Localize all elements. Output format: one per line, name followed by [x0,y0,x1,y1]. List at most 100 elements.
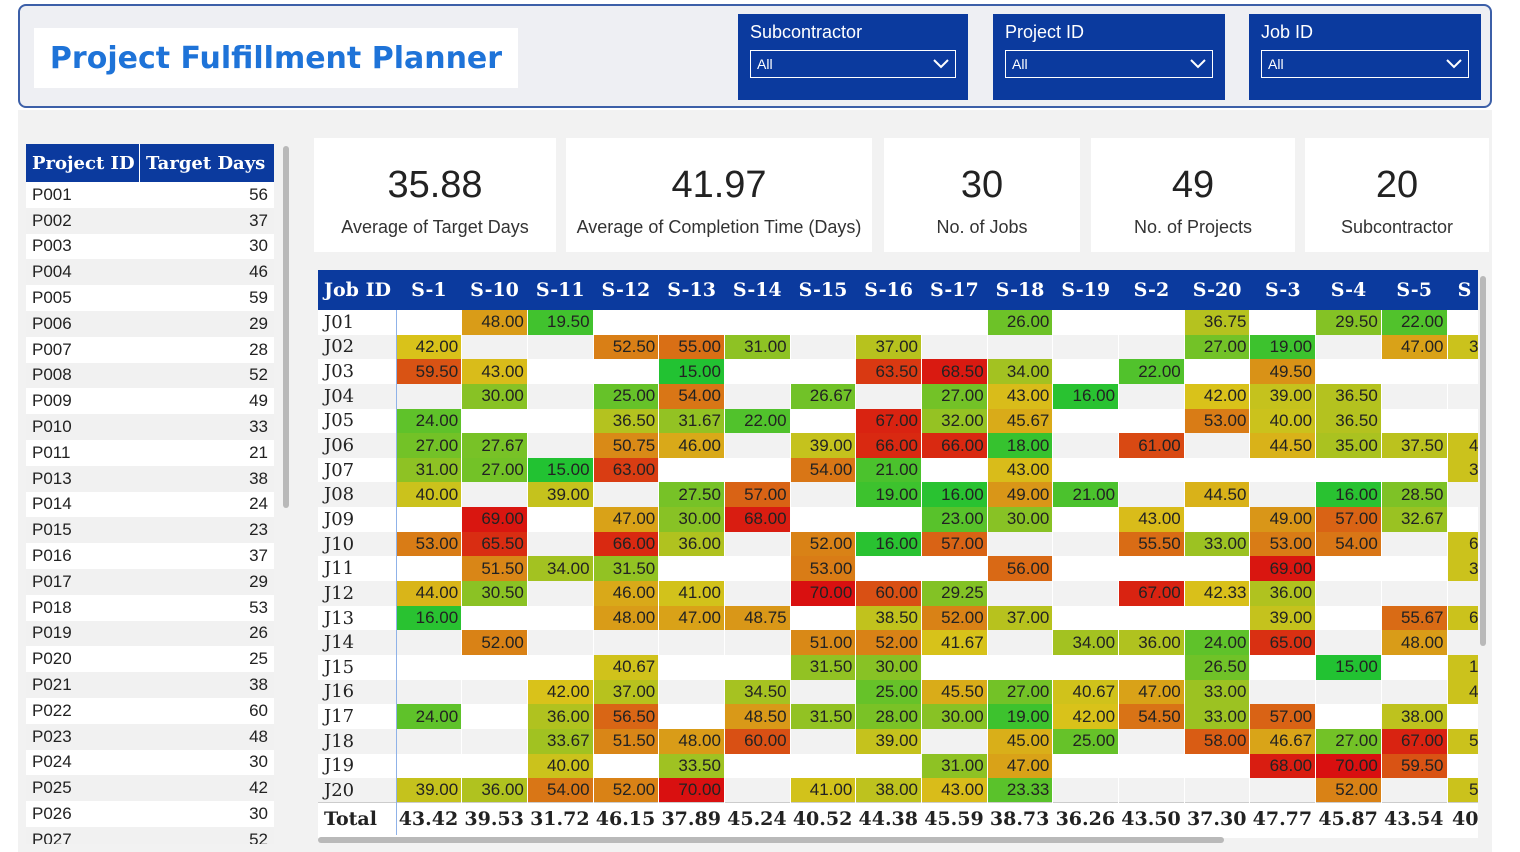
table-row[interactable]: J03 59.50 43.00 15.00 63.50 68.50 34.00 22.00 49… [318,359,1478,384]
table-row[interactable]: J05 24.00 36.50 31.67 22.00 67.00 32.00 45.67 53… [318,408,1478,434]
table-row[interactable]: P019 26 [26,620,274,647]
table-row[interactable]: P003 30 [26,234,274,260]
table-row[interactable]: P015 23 [26,517,274,544]
table-row[interactable]: J11 51.50 34.00 31.50 53.00 56.00 69.00 3 [318,556,1478,582]
table-row[interactable]: P021 38 [26,672,274,698]
table-row[interactable]: P009 49 [26,388,274,414]
value-cell: 67.00 [1118,581,1185,606]
value-cell [855,383,922,409]
table-row[interactable]: P026 30 [26,801,274,827]
value-cell [461,605,528,631]
job-id-dropdown[interactable]: All [1261,50,1469,78]
column-header-s-2[interactable]: S-2 [1118,270,1185,310]
project-id-cell: P018 [32,597,72,617]
column-header-s-5[interactable]: S-5 [1381,270,1447,310]
horizontal-scrollbar[interactable] [318,837,1224,843]
value-cell: 21.00 [855,457,922,483]
column-header-s-18[interactable]: S-18 [987,270,1053,310]
column-header-s-19[interactable]: S-19 [1052,270,1119,310]
value-cell: 33.00 [1184,679,1251,705]
table-row[interactable]: P007 28 [26,337,274,363]
target-days-cell: 60 [249,700,268,720]
table-row[interactable]: J01 48.00 19.50 26.00 36.75 29.50 22.00 [318,310,1478,335]
value-cell [396,679,463,705]
table-row[interactable]: P014 24 [26,492,274,518]
value-cell: 59.50 [396,359,463,384]
table-row[interactable]: P011 21 [26,440,274,466]
value-cell [1315,457,1382,483]
table-row[interactable]: P027 52 [26,826,274,844]
value-cell: 65.00 [1249,630,1317,655]
column-header-project-id[interactable]: Project ID [26,144,140,182]
kpi-label: Subcontractor [1340,217,1454,237]
table-row[interactable]: J17 24.00 36.00 56.50 48.50 31.50 28.00 30.00 19… [318,704,1478,729]
value-cell [1381,654,1448,680]
column-header-s-11[interactable]: S-11 [527,270,594,310]
table-row[interactable]: P024 30 [26,750,274,776]
table-row[interactable]: J07 31.00 27.00 15.00 63.00 54.00 21.00 43.00 3 [318,457,1478,483]
table-row[interactable]: J16 42.00 37.00 34.50 25.00 45.50 27.00 40.67 47… [318,679,1478,705]
value-cell [1447,310,1478,335]
table-row[interactable]: P008 52 [26,362,274,389]
table-row[interactable]: J04 30.00 25.00 54.00 26.67 27.00 43.00 16.00 42… [318,383,1478,409]
total-cell: 46.15 [593,802,660,835]
column-header-s[interactable]: S [1447,270,1478,310]
table-row[interactable]: J06 27.00 27.67 50.75 46.00 39.00 66.00 66.00 18… [318,433,1478,458]
column-header-s-12[interactable]: S-12 [593,270,659,310]
column-header-s-10[interactable]: S-10 [461,270,528,310]
table-row[interactable]: P016 37 [26,543,274,569]
subcontractor-dropdown[interactable]: All [750,50,956,78]
column-header-s-1[interactable]: S-1 [396,270,462,310]
value-cell [1118,556,1185,582]
table-row[interactable]: P017 29 [26,568,274,595]
column-header-s-13[interactable]: S-13 [658,270,725,310]
project-id-dropdown[interactable]: All [1005,50,1213,78]
value-cell: 28.00 [855,704,922,729]
job-id-slicer: Job ID All [1249,14,1481,100]
column-header-s-3[interactable]: S-3 [1249,270,1316,310]
column-header-s-20[interactable]: S-20 [1184,270,1250,310]
column-header-s-15[interactable]: S-15 [790,270,856,310]
completion-matrix[interactable]: Job ID S-1 S-10 S-11 S-12 S-13 S-14 S-15 S-16 S-1… [318,270,1478,838]
value-cell [658,556,725,582]
table-row[interactable]: P005 59 [26,285,274,311]
table-row[interactable]: J10 53.00 65.50 66.00 36.00 52.00 16.00 57.00 55… [318,531,1478,557]
table-row[interactable]: J20 39.00 36.00 54.00 52.00 70.00 41.00 38.00 43… [318,778,1478,803]
table-row[interactable]: P013 38 [26,465,274,492]
table-row[interactable]: P020 25 [26,646,274,672]
table-row[interactable]: P023 48 [26,723,274,750]
table-row[interactable]: J14 52.00 51.00 52.00 41.67 34.00 36.00 24.00 65… [318,630,1478,655]
table-row[interactable]: J19 40.00 33.50 31.00 47.00 68.00 70.00 59.50 [318,753,1478,779]
table-row[interactable]: J12 44.00 30.50 46.00 41.00 70.00 60.00 29.25 67… [318,581,1478,606]
project-target-table[interactable]: Project ID Target Days P001 56 P002 37 P003 3… [26,144,274,844]
table-row[interactable]: P025 42 [26,775,274,802]
job-id-cell: J04 [318,383,397,409]
table-row[interactable]: P001 56 [26,182,274,208]
value-cell: 27.00 [921,383,988,409]
table-row[interactable]: J15 40.67 31.50 30.00 26.50 15.00 1 [318,654,1478,680]
table-row[interactable]: J18 33.67 51.50 48.00 60.00 39.00 45.00 25.00 58… [318,728,1478,754]
column-header-target-days[interactable]: Target Days [140,144,274,182]
table-row[interactable]: P022 60 [26,698,274,724]
table-row[interactable]: J13 16.00 48.00 47.00 48.75 38.50 52.00 37.00 39… [318,605,1478,631]
value-cell [790,605,857,631]
column-header-s-17[interactable]: S-17 [921,270,988,310]
value-cell: 38.00 [855,778,922,803]
table-row[interactable]: P002 37 [26,207,274,234]
column-header-s-16[interactable]: S-16 [855,270,922,310]
column-header-s-14[interactable]: S-14 [724,270,791,310]
target-days-cell: 37 [249,546,268,566]
column-header-job-id[interactable]: Job ID [318,270,396,310]
target-days-cell: 30 [249,804,268,824]
table-row[interactable]: J08 40.00 39.00 27.50 57.00 19.00 16.00 49.00 21… [318,482,1478,508]
kpi-value: 20 [1375,164,1419,206]
table-row[interactable]: J02 42.00 52.50 55.00 31.00 37.00 27.00 19.00 47… [318,334,1478,360]
table-row[interactable]: J09 69.00 47.00 30.00 68.00 23.00 30.00 43.00 49… [318,507,1478,532]
vertical-scrollbar[interactable] [283,146,289,508]
table-row[interactable]: P004 46 [26,259,274,286]
table-row[interactable]: P018 53 [26,595,274,621]
table-row[interactable]: P010 33 [26,414,274,440]
column-header-s-4[interactable]: S-4 [1315,270,1382,310]
vertical-scrollbar[interactable] [1480,276,1486,646]
table-row[interactable]: P006 29 [26,310,274,337]
